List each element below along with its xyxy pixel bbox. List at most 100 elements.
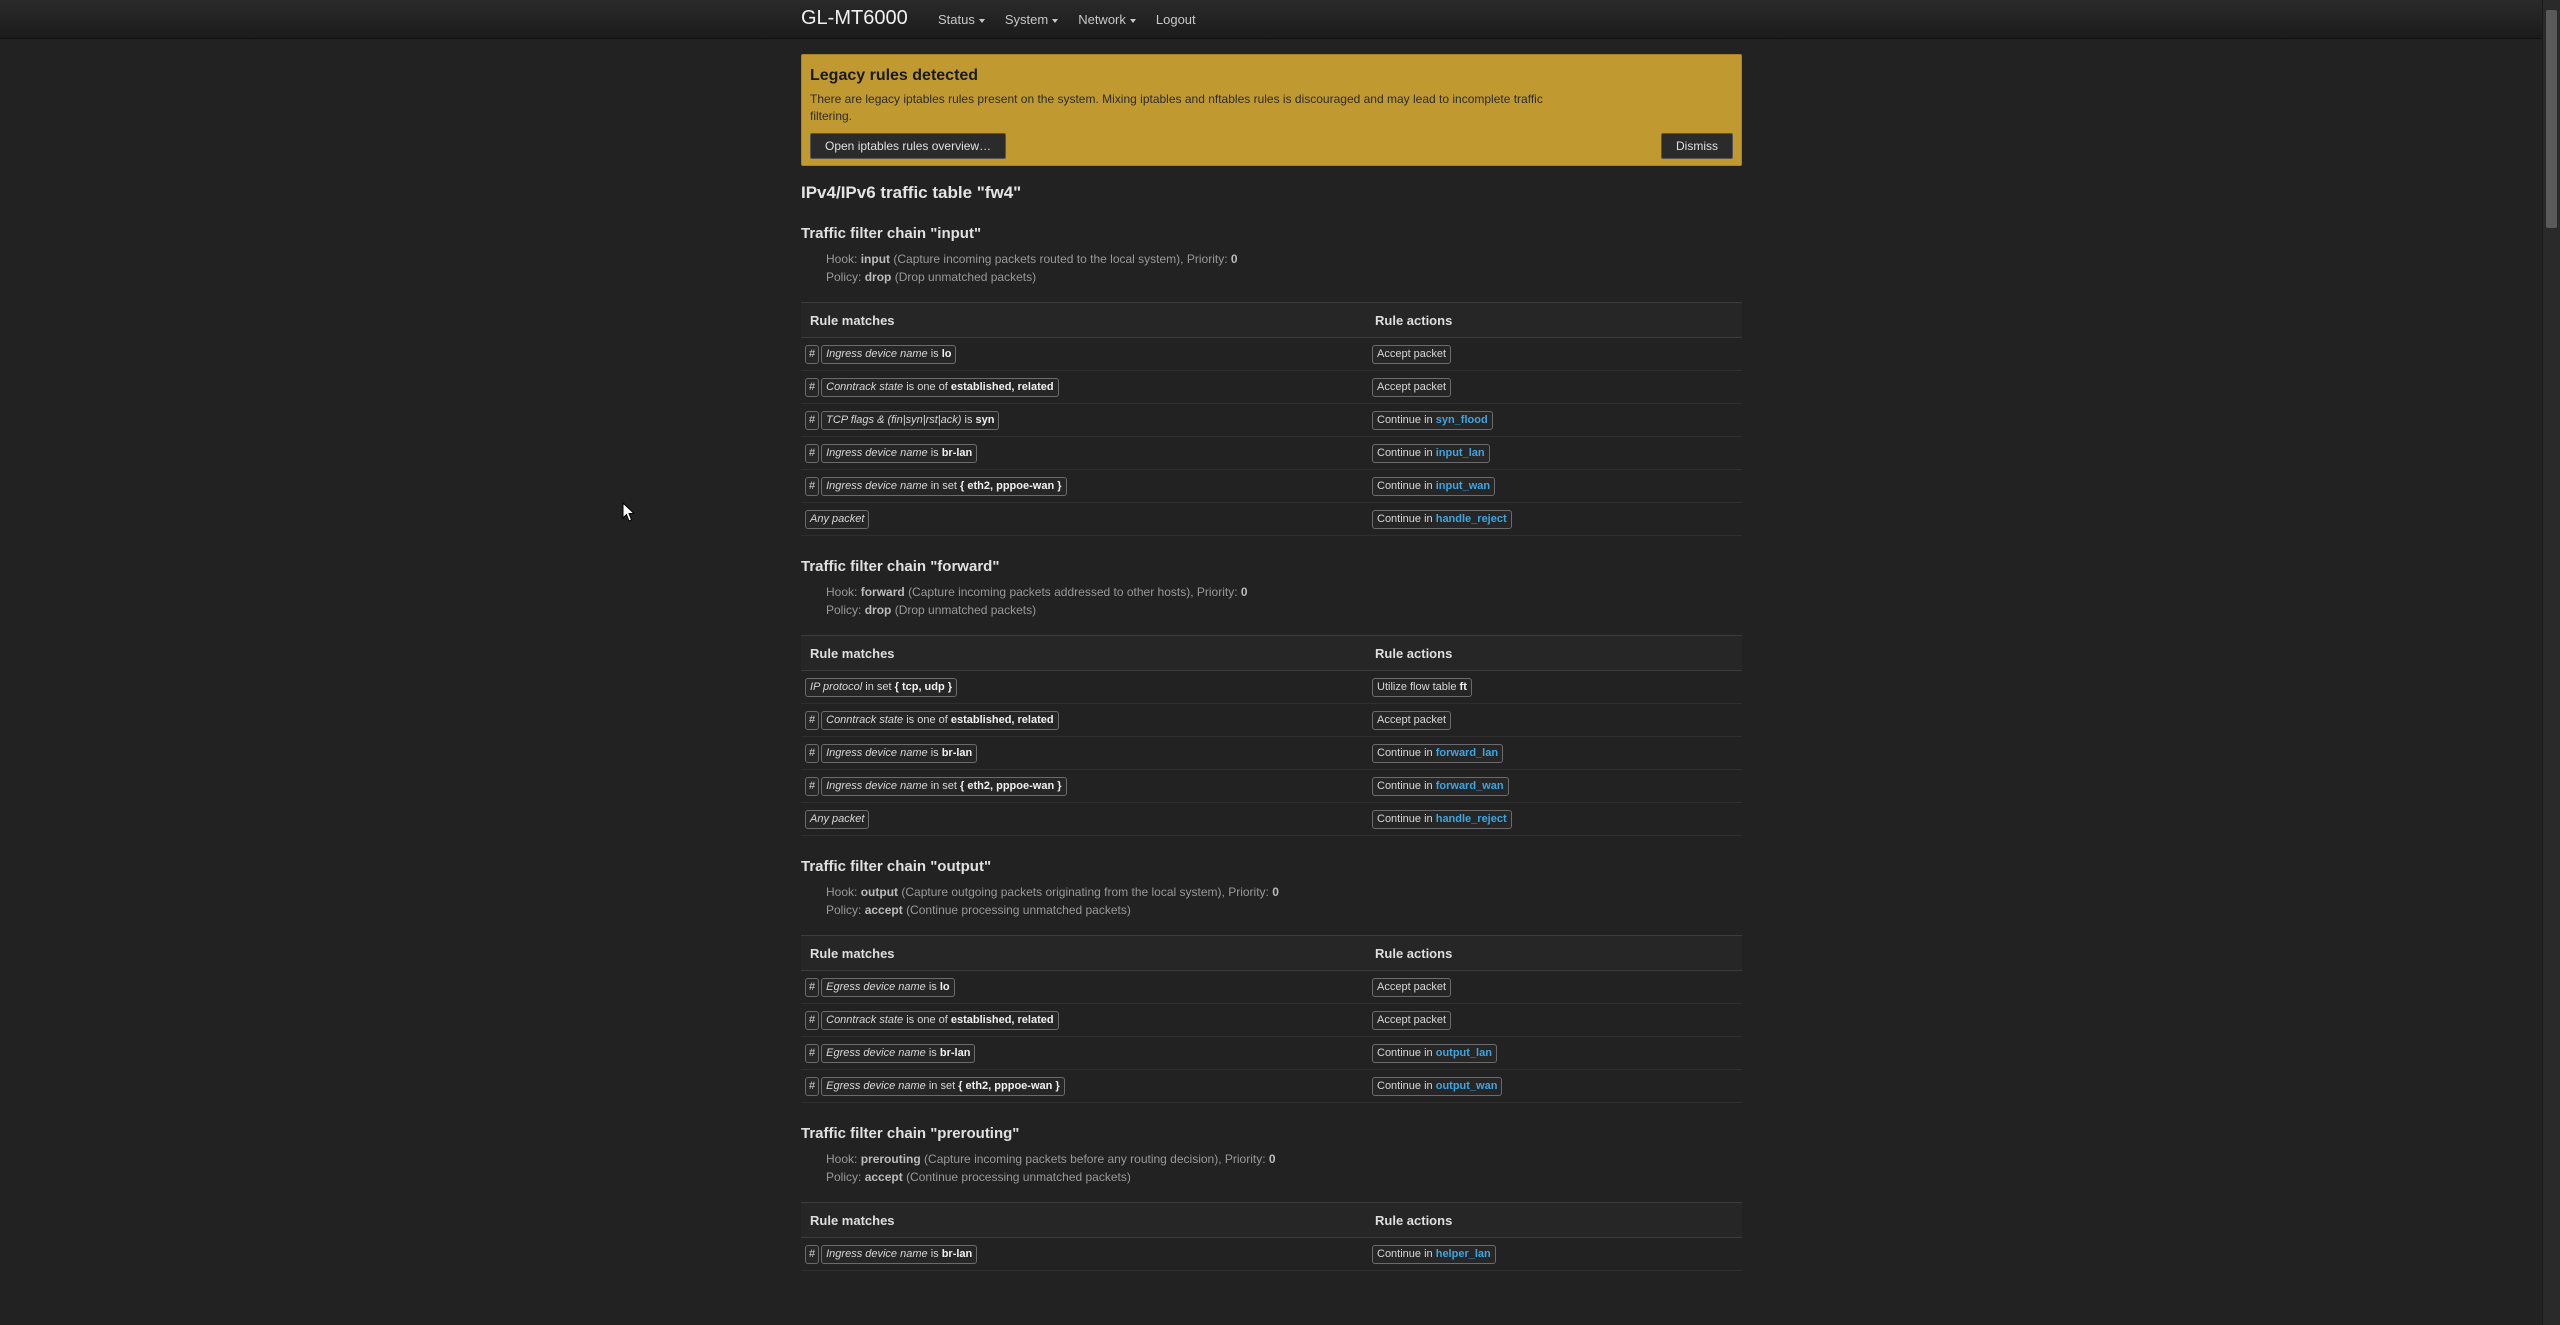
policy-description: (Drop unmatched packets)	[894, 270, 1037, 284]
table-row: # Egress device name is lo Accept packet	[801, 970, 1742, 1004]
chain-title: Traffic filter chain "prerouting"	[801, 1125, 1020, 1142]
continue-in-badge: Continue in helper_lan	[1372, 1244, 1496, 1264]
policy-value: accept	[864, 1170, 903, 1184]
match-expression-badge: Ingress device name is lo	[821, 344, 957, 364]
match-expression-badge: Ingress device name is br-lan	[821, 443, 978, 463]
continue-in-badge: Continue in input_wan	[1372, 476, 1496, 496]
flow-table-badge: Utilize flow table ft	[1372, 677, 1472, 697]
chain-title: Traffic filter chain "forward"	[801, 558, 1000, 575]
chain-jump-link[interactable]: handle_reject	[1436, 513, 1507, 525]
accept-packet-badge: Accept packet	[1372, 710, 1452, 730]
column-header-matches: Rule matches	[801, 302, 1366, 338]
column-header-actions: Rule actions	[1366, 302, 1742, 338]
rule-hash-badge[interactable]: #	[805, 377, 820, 397]
rule-hash-badge[interactable]: #	[805, 710, 820, 730]
match-operator: is	[930, 347, 939, 360]
scrollbar-thumb[interactable]	[2546, 10, 2557, 228]
continue-in-label: Continue in	[1377, 479, 1433, 492]
rule-actions-cell: Accept packet	[1366, 337, 1742, 371]
nav-item-system[interactable]: System	[1004, 12, 1059, 27]
chain-jump-link[interactable]: output_wan	[1436, 1080, 1498, 1092]
match-value: syn	[975, 413, 995, 426]
table-row: # Ingress device name is br-lan Continue i…	[801, 736, 1742, 770]
match-operator: in set	[928, 1079, 956, 1092]
continue-in-badge: Continue in output_wan	[1372, 1076, 1503, 1096]
rule-actions-cell: Accept packet	[1366, 970, 1742, 1004]
match-operator: is one of	[906, 380, 948, 393]
rule-matches-cell: # Ingress device name is br-lan	[801, 436, 1366, 470]
continue-in-label: Continue in	[1377, 812, 1433, 825]
rule-actions-cell: Accept packet	[1366, 1003, 1742, 1037]
match-expression-badge: Ingress device name in set { eth2, pppoe…	[821, 776, 1067, 796]
match-value: br-lan	[941, 746, 973, 759]
chain-jump-link[interactable]: input_lan	[1436, 447, 1485, 459]
match-value: established, related	[950, 380, 1054, 393]
hook-label: Hook:	[826, 885, 858, 899]
rule-actions-cell: Accept packet	[1366, 703, 1742, 737]
rule-hash-badge[interactable]: #	[805, 743, 820, 763]
chain-jump-link[interactable]: forward_lan	[1436, 747, 1498, 759]
brand-logo[interactable]: GL-MT6000	[801, 7, 908, 30]
nav-item-label: System	[1004, 12, 1049, 27]
rule-hash-badge[interactable]: #	[805, 476, 820, 496]
chain-title: Traffic filter chain "output"	[801, 858, 992, 875]
match-value: { eth2, pppoe-wan }	[958, 1079, 1060, 1092]
hook-value: output	[860, 885, 899, 899]
rule-matches-cell: Any packet	[801, 802, 1366, 836]
rule-actions-cell: Continue in forward_wan	[1366, 769, 1742, 803]
chain-jump-link[interactable]: input_wan	[1436, 480, 1490, 492]
rule-hash-badge[interactable]: #	[805, 977, 820, 997]
rule-hash-badge[interactable]: #	[805, 1244, 820, 1264]
chain-jump-link[interactable]: forward_wan	[1436, 780, 1504, 792]
chain-policy-line: Policy: drop (Drop unmatched packets)	[826, 601, 1742, 619]
rule-matches-cell: # Egress device name in set { eth2, pppoe…	[801, 1069, 1366, 1103]
column-header-matches: Rule matches	[801, 1202, 1366, 1238]
match-expression-badge: TCP flags & (fin|syn|rst|ack) is syn	[821, 410, 1000, 430]
rule-matches-cell: Any packet	[801, 502, 1366, 536]
rule-hash-badge[interactable]: #	[805, 1076, 820, 1096]
chain-jump-link[interactable]: handle_reject	[1436, 813, 1507, 825]
rule-matches-cell: IP protocol in set { tcp, udp }	[801, 670, 1366, 704]
match-field: Egress device name	[826, 980, 926, 993]
rule-hash-badge[interactable]: #	[805, 443, 820, 463]
priority-value: 0	[1272, 885, 1279, 899]
chain-jump-link[interactable]: syn_flood	[1436, 414, 1488, 426]
match-field: IP protocol	[810, 680, 863, 693]
match-value: { tcp, udp }	[894, 680, 953, 693]
match-field: Ingress device name	[826, 779, 928, 792]
rule-hash-badge[interactable]: #	[805, 776, 820, 796]
continue-in-label: Continue in	[1377, 413, 1433, 426]
chain-policy-line: Policy: accept (Continue processing unma…	[826, 901, 1742, 919]
match-expression-badge: Ingress device name is br-lan	[821, 1244, 978, 1264]
rules-table: Rule matches Rule actions # Ingress device …	[801, 1202, 1742, 1271]
rule-hash-badge[interactable]: #	[805, 344, 820, 364]
column-header-actions: Rule actions	[1366, 635, 1742, 671]
top-navbar: GL-MT6000 Status System Network Logout	[0, 0, 2560, 39]
rule-actions-cell: Continue in input_wan	[1366, 469, 1742, 503]
nav-item-status[interactable]: Status	[938, 12, 985, 27]
match-expression-badge: Egress device name in set { eth2, pppoe-…	[821, 1076, 1065, 1096]
table-row: # Ingress device name is br-lan Continue i…	[801, 436, 1742, 470]
chain-jump-link[interactable]: helper_lan	[1436, 1248, 1491, 1260]
table-row: # Egress device name is br-lan Continue in…	[801, 1036, 1742, 1070]
rule-hash-badge[interactable]: #	[805, 1010, 820, 1030]
chain-hook-line: Hook: output (Capture outgoing packets o…	[826, 883, 1742, 901]
match-expression-badge: Egress device name is br-lan	[821, 1043, 976, 1063]
nav-item-logout[interactable]: Logout	[1156, 12, 1196, 27]
continue-in-label: Continue in	[1377, 779, 1433, 792]
legacy-rules-alert: Legacy rules detected There are legacy i…	[801, 54, 1742, 166]
rule-actions-cell: Continue in input_lan	[1366, 436, 1742, 470]
dismiss-button[interactable]: Dismiss	[1661, 133, 1733, 159]
priority-value: 0	[1230, 252, 1238, 266]
match-field: Egress device name	[826, 1079, 926, 1092]
match-operator: is one of	[906, 1013, 948, 1026]
match-expression-badge: Ingress device name in set { eth2, pppoe…	[821, 476, 1067, 496]
chain-meta: Hook: forward (Capture incoming packets …	[826, 583, 1742, 619]
page-scrollbar[interactable]	[2542, 0, 2560, 1325]
open-iptables-overview-button[interactable]: Open iptables rules overview…	[810, 133, 1007, 159]
priority-value: 0	[1268, 1152, 1276, 1166]
rule-hash-badge[interactable]: #	[805, 1043, 820, 1063]
chain-jump-link[interactable]: output_lan	[1436, 1047, 1492, 1059]
nav-item-network[interactable]: Network	[1078, 12, 1136, 27]
rule-hash-badge[interactable]: #	[805, 410, 820, 430]
